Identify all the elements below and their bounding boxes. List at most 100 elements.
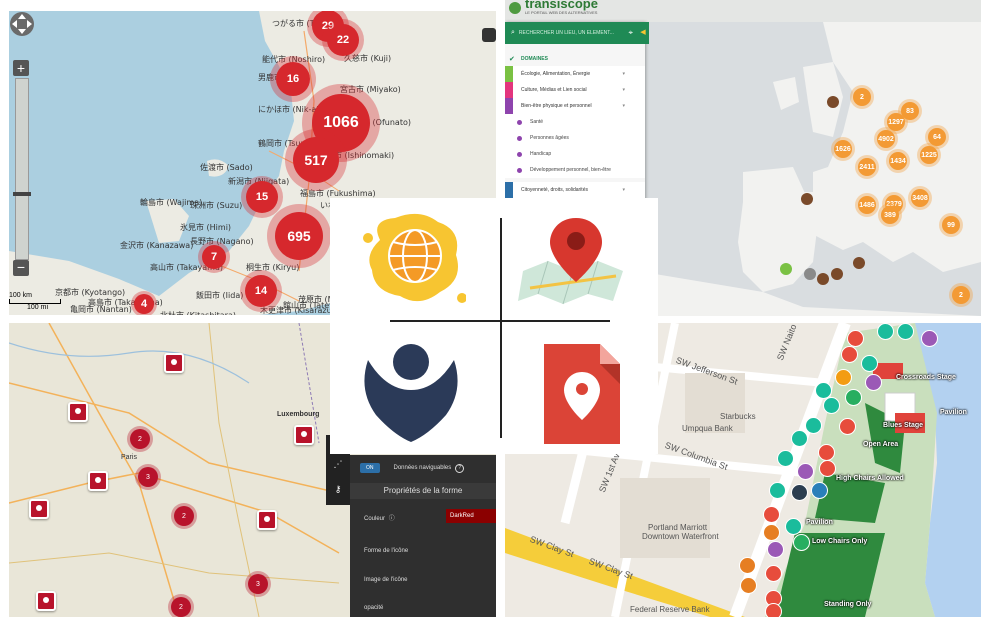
category-row[interactable]: Bien-être physique et personnel ▾ xyxy=(505,98,645,115)
venue-marker[interactable] xyxy=(877,323,894,340)
cluster-marker[interactable]: 64 xyxy=(928,128,946,146)
location-pin[interactable] xyxy=(36,591,56,611)
zoom-slider-handle[interactable] xyxy=(13,192,31,196)
venue-marker[interactable] xyxy=(791,430,808,447)
cluster-marker[interactable]: 99 xyxy=(942,216,960,234)
category-row[interactable]: Citoyenneté, droits, solidarités ▾ xyxy=(505,182,645,199)
subcategory-row[interactable]: Personnes âgées xyxy=(505,130,645,146)
cluster-marker[interactable]: 16 xyxy=(276,62,310,96)
cluster-marker[interactable]: 2 xyxy=(952,286,970,304)
venue-marker[interactable] xyxy=(835,369,852,386)
venue-marker[interactable] xyxy=(865,374,882,391)
cluster-marker[interactable]: 2 xyxy=(174,506,194,526)
house-marker[interactable] xyxy=(801,193,813,205)
house-marker[interactable] xyxy=(853,257,865,269)
venue-marker[interactable] xyxy=(791,484,808,501)
venue-marker[interactable] xyxy=(847,330,864,347)
venue-marker[interactable] xyxy=(797,463,814,480)
cluster-marker[interactable]: 22 xyxy=(327,24,359,56)
subcategory-row[interactable]: Développement personnel, bien-être xyxy=(505,162,645,178)
brand-tagline: LE PORTAIL WEB DES ALTERNATIVES xyxy=(525,10,598,15)
pan-control[interactable] xyxy=(9,11,35,37)
venue-marker[interactable] xyxy=(739,557,756,574)
venue-marker[interactable] xyxy=(765,565,782,582)
key-icon[interactable]: ⚷ xyxy=(326,484,350,495)
venue-marker[interactable] xyxy=(819,460,836,477)
cluster-marker[interactable]: 2 xyxy=(171,597,191,617)
venue-marker[interactable] xyxy=(921,330,938,347)
color-select[interactable]: DarkRed xyxy=(446,509,496,523)
venue-marker[interactable] xyxy=(805,417,822,434)
locate-icon[interactable]: ⌖ xyxy=(628,28,633,38)
cluster-marker[interactable]: 1626 xyxy=(834,140,852,158)
cluster-marker[interactable]: 1486 xyxy=(858,196,876,214)
color-help-icon[interactable]: ⓘ xyxy=(389,516,395,522)
venue-marker[interactable] xyxy=(845,389,862,406)
cluster-marker[interactable]: 4 xyxy=(134,294,154,314)
cluster-marker[interactable]: 2 xyxy=(853,88,871,106)
cluster-marker[interactable]: 14 xyxy=(245,275,277,307)
cluster-marker[interactable]: 3408 xyxy=(911,189,929,207)
recycle-marker[interactable] xyxy=(780,263,792,275)
cluster-marker[interactable]: 517 xyxy=(293,137,339,183)
navigable-toggle[interactable]: ON xyxy=(360,463,380,473)
cluster-marker[interactable]: 7 xyxy=(202,245,226,269)
cluster-marker[interactable]: 4902 xyxy=(877,130,895,148)
place-label: 宮古市 (Miyako) xyxy=(340,85,401,94)
venue-marker[interactable] xyxy=(811,482,828,499)
venue-marker[interactable] xyxy=(740,577,757,594)
layers-icon[interactable] xyxy=(482,28,496,42)
cluster-marker[interactable]: 3 xyxy=(138,467,158,487)
venue-marker[interactable] xyxy=(777,450,794,467)
venue-marker[interactable] xyxy=(841,346,858,363)
share-icon[interactable]: ⋰ xyxy=(326,459,350,470)
location-pin[interactable] xyxy=(68,402,88,422)
location-pin[interactable] xyxy=(88,471,108,491)
location-pin[interactable] xyxy=(164,353,184,373)
category-label: Citoyenneté, droits, solidarités xyxy=(521,187,588,193)
subcategory-label: Handicap xyxy=(530,151,552,157)
venue-marker[interactable] xyxy=(861,355,878,372)
venue-marker[interactable] xyxy=(818,444,835,461)
navy-pin-logo xyxy=(364,344,458,442)
icon-shape-label: Forme de l'icône xyxy=(364,548,409,554)
area-label: Crossroads Stage xyxy=(896,374,956,381)
venue-marker[interactable] xyxy=(763,524,780,541)
venue-marker[interactable] xyxy=(793,534,810,551)
help-icon[interactable]: ? xyxy=(455,463,465,473)
location-pin[interactable] xyxy=(257,510,277,530)
zoom-in-button[interactable]: + xyxy=(13,60,29,76)
category-row[interactable]: Écologie, Alimentation, Énergie ▾ xyxy=(505,66,645,83)
brand-name: transiscope xyxy=(525,0,598,11)
house-marker[interactable] xyxy=(817,273,829,285)
cluster-marker[interactable]: 2 xyxy=(130,429,150,449)
subcategory-row[interactable]: Santé xyxy=(505,114,645,130)
cluster-marker[interactable]: 389 xyxy=(881,206,899,224)
zoom-out-button[interactable]: − xyxy=(13,260,29,276)
subcategory-row[interactable]: Handicap xyxy=(505,146,645,162)
zoom-slider[interactable] xyxy=(13,78,31,260)
venue-marker[interactable] xyxy=(839,418,856,435)
house-marker[interactable] xyxy=(831,268,843,280)
collapse-tab[interactable]: ◀ xyxy=(637,22,649,44)
venue-marker[interactable] xyxy=(785,518,802,535)
venue-marker[interactable] xyxy=(769,482,786,499)
cluster-marker[interactable]: 15 xyxy=(246,181,278,213)
cluster-marker[interactable]: 695 xyxy=(275,212,323,260)
cluster-marker[interactable]: 1434 xyxy=(889,152,907,170)
venue-marker[interactable] xyxy=(897,323,914,340)
venue-marker[interactable] xyxy=(763,506,780,523)
category-row[interactable]: Culture, Médias et Lien social ▾ xyxy=(505,82,645,99)
venue-marker[interactable] xyxy=(765,603,782,617)
cluster-marker[interactable]: 1225 xyxy=(920,146,938,164)
search-bar[interactable]: ⌕ RECHERCHER UN LIEU, UN ELEMENT... ⌖ xyxy=(505,22,637,44)
venue-marker[interactable] xyxy=(823,397,840,414)
cluster-marker[interactable]: 3 xyxy=(248,574,268,594)
cluster-marker[interactable]: 2411 xyxy=(858,158,876,176)
location-pin[interactable] xyxy=(29,499,49,519)
venue-marker[interactable] xyxy=(767,541,784,558)
cluster-marker[interactable]: 1297 xyxy=(887,113,905,131)
location-pin[interactable] xyxy=(294,425,314,445)
gray-marker[interactable] xyxy=(804,268,816,280)
house-marker[interactable] xyxy=(827,96,839,108)
